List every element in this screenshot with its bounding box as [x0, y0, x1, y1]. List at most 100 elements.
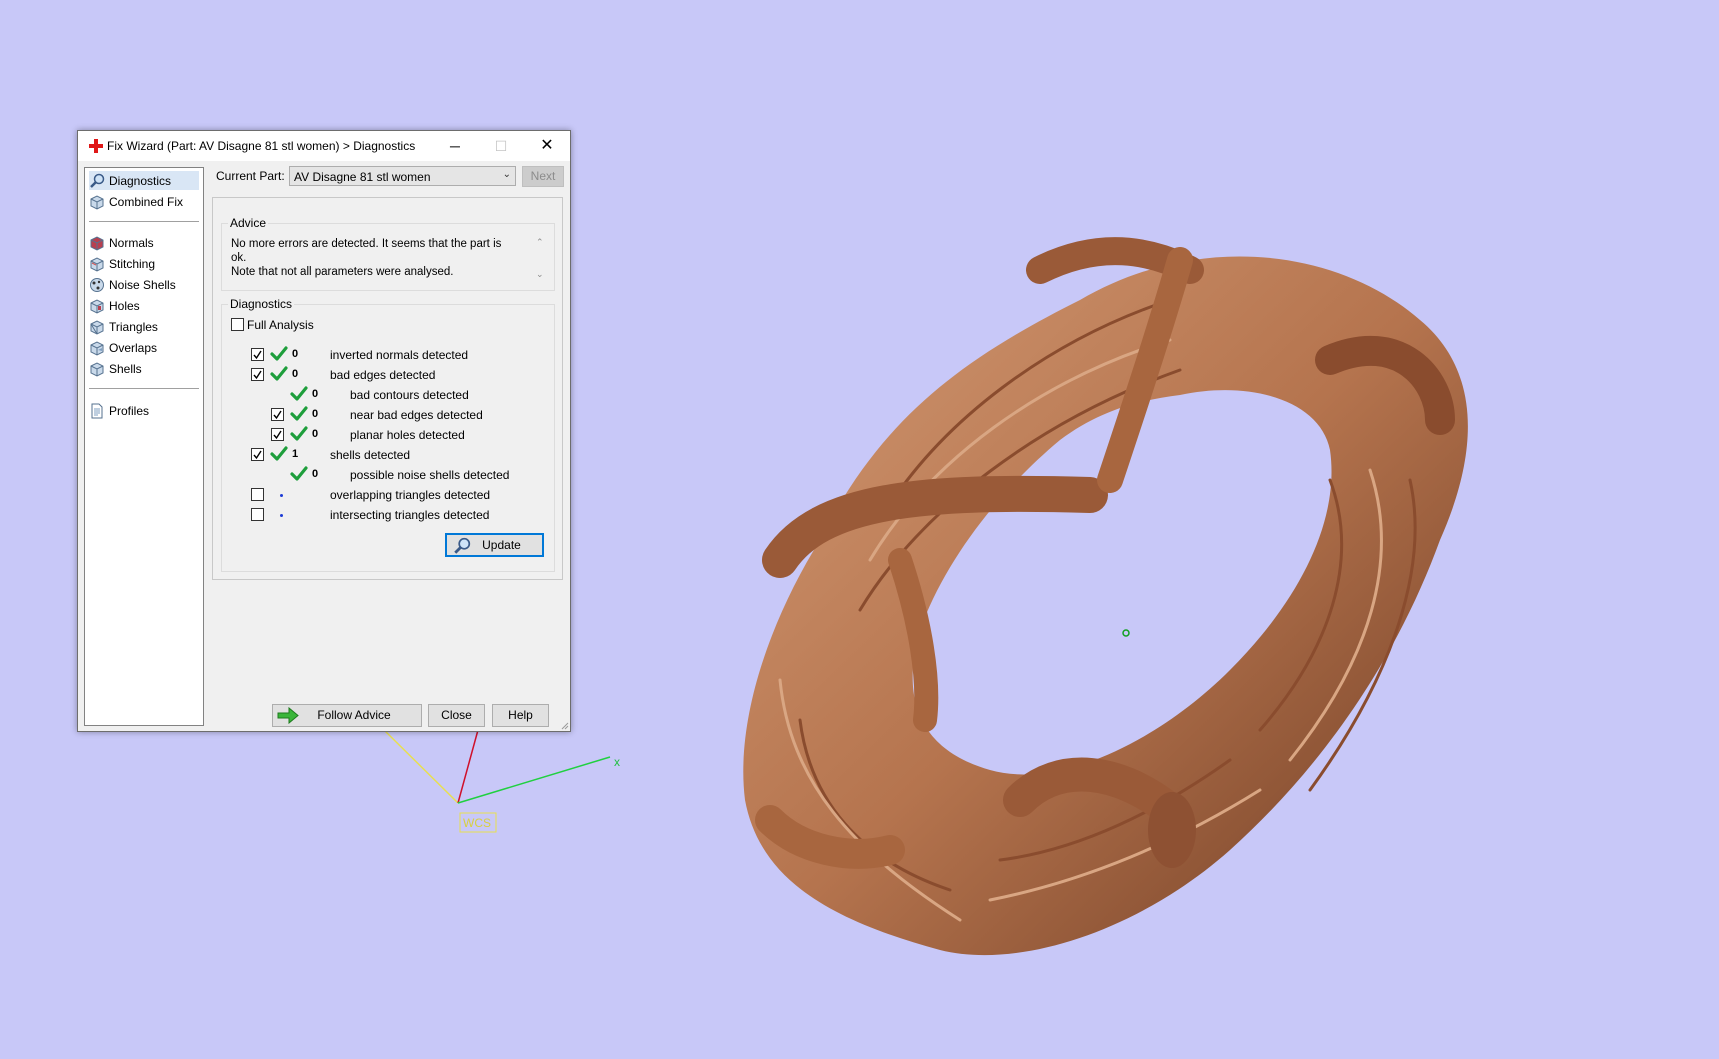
checkmark-icon	[273, 410, 282, 420]
nav-item-stitching[interactable]: Stitching	[89, 254, 199, 273]
diagnostic-count: 0	[312, 428, 319, 440]
ok-check-icon	[270, 346, 288, 361]
nav-item-profiles[interactable]: Profiles	[89, 401, 199, 420]
diagnostic-checkbox[interactable]	[251, 488, 264, 501]
holes-cube-icon	[90, 298, 104, 314]
overlaps-cube-icon	[90, 340, 104, 356]
nav-label: Overlaps	[109, 340, 158, 355]
full-analysis-checkbox[interactable]	[231, 318, 244, 331]
fix-wizard-dialog: Fix Wizard (Part: AV Disagne 81 stl wome…	[77, 130, 571, 732]
full-analysis-label: Full Analysis	[247, 318, 314, 332]
diagnostic-count: 0	[312, 468, 319, 480]
maximize-button[interactable]: ☐	[478, 131, 524, 161]
nav-item-normals[interactable]: Normals	[89, 233, 199, 252]
close-window-button[interactable]: ✕	[524, 131, 570, 161]
checkmark-icon	[253, 350, 262, 360]
wizard-nav: Diagnostics Combined Fix Normals Stitchi…	[84, 167, 204, 726]
current-part-select[interactable]: AV Disagne 81 stl women ⌄	[289, 166, 516, 186]
diagnostics-group: Diagnostics Full Analysis 0 inverted norm…	[221, 297, 555, 572]
green-arrow-icon	[277, 707, 299, 724]
nav-item-diagnostics[interactable]: Diagnostics	[89, 171, 199, 190]
advice-scrollbar[interactable]: ⌃ ⌄	[534, 235, 548, 283]
diagnostic-checkbox[interactable]	[251, 508, 264, 521]
stitching-cube-icon	[90, 256, 104, 272]
nav-label: Shells	[109, 361, 142, 376]
ring-model[interactable]	[743, 237, 1468, 956]
diagnostic-checkbox[interactable]	[271, 428, 284, 441]
advice-line: No more errors are detected. It seems th…	[231, 238, 502, 264]
diagnostic-label: bad contours detected	[350, 388, 469, 402]
ok-check-icon	[290, 406, 308, 421]
triangles-cube-icon	[90, 319, 104, 335]
ok-check-icon	[270, 366, 288, 381]
help-button[interactable]: Help	[492, 704, 549, 727]
follow-advice-button[interactable]: Follow Advice	[272, 704, 422, 727]
diagnostics-panel: Advice No more errors are detected. It s…	[212, 197, 563, 580]
ok-check-icon	[290, 386, 308, 401]
not-analysed-dot	[280, 514, 283, 517]
ok-check-icon	[270, 446, 288, 461]
wcs-label: WCS	[463, 816, 491, 830]
diagnostic-label: shells detected	[330, 448, 411, 462]
resize-grip-icon[interactable]	[559, 720, 569, 730]
nav-label: Combined Fix	[109, 194, 184, 209]
minimize-button[interactable]: ─	[432, 131, 478, 161]
nav-divider	[89, 221, 199, 222]
nav-label: Diagnostics	[109, 173, 172, 188]
magnifier-icon	[454, 537, 471, 554]
axis-x-label: x	[614, 755, 620, 769]
diagnostic-count: 1	[292, 448, 299, 460]
diagnostic-checkbox[interactable]	[251, 448, 264, 461]
nav-label: Holes	[109, 298, 140, 313]
diagnostic-count: 0	[292, 348, 299, 360]
nav-label: Noise Shells	[109, 277, 176, 292]
follow-advice-label: Follow Advice	[317, 708, 391, 722]
diagnostic-label: overlapping triangles detected	[330, 488, 491, 502]
red-cross-icon	[89, 139, 103, 153]
next-button[interactable]: Next	[522, 166, 564, 187]
diagnostic-count: 0	[312, 388, 319, 400]
nav-item-overlaps[interactable]: Overlaps	[89, 338, 199, 357]
nav-label: Profiles	[109, 403, 150, 418]
nav-item-holes[interactable]: Holes	[89, 296, 199, 315]
diagnostic-label: bad edges detected	[330, 368, 436, 382]
current-part-value: AV Disagne 81 stl women	[294, 170, 431, 184]
advice-group: Advice No more errors are detected. It s…	[221, 216, 555, 291]
title-bar[interactable]: Fix Wizard (Part: AV Disagne 81 stl wome…	[78, 131, 570, 161]
normals-cube-icon	[90, 235, 104, 251]
diagnostic-label: planar holes detected	[350, 428, 465, 442]
ok-check-icon	[290, 426, 308, 441]
checkmark-icon	[253, 370, 262, 380]
nav-item-triangles[interactable]: Triangles	[89, 317, 199, 336]
nav-label: Normals	[109, 235, 154, 250]
checkmark-icon	[253, 450, 262, 460]
diagnostic-checkbox[interactable]	[271, 408, 284, 421]
scroll-up-icon[interactable]: ⌃	[536, 237, 544, 248]
world-axes: x WCS	[383, 729, 620, 833]
shells-cube-icon	[90, 361, 104, 377]
diagnostic-label: possible noise shells detected	[350, 468, 510, 482]
document-icon	[91, 403, 103, 418]
nav-label: Triangles	[109, 319, 158, 334]
update-label: Update	[482, 538, 521, 552]
current-part-label: Current Part:	[216, 169, 285, 183]
nav-item-shells[interactable]: Shells	[89, 359, 199, 378]
close-button[interactable]: Close	[428, 704, 485, 727]
advice-text: No more errors are detected. It seems th…	[231, 237, 516, 279]
advice-line: Note that not all parameters were analys…	[231, 266, 454, 278]
window-title: Fix Wizard (Part: AV Disagne 81 stl wome…	[107, 139, 416, 153]
ok-check-icon	[290, 466, 308, 481]
scroll-down-icon[interactable]: ⌄	[536, 269, 544, 280]
diagnostic-label: intersecting triangles detected	[330, 508, 490, 522]
diagnostic-checkbox[interactable]	[251, 348, 264, 361]
update-button[interactable]: Update	[445, 533, 544, 557]
nav-item-combined-fix[interactable]: Combined Fix	[89, 192, 199, 211]
noise-shells-icon	[90, 277, 104, 292]
chevron-down-icon: ⌄	[502, 169, 511, 180]
diagnostic-count: 0	[312, 408, 319, 420]
nav-item-noise-shells[interactable]: Noise Shells	[89, 275, 199, 294]
nav-label: Stitching	[109, 256, 156, 271]
diagnostic-checkbox[interactable]	[251, 368, 264, 381]
advice-title: Advice	[228, 216, 269, 230]
not-analysed-dot	[280, 494, 283, 497]
